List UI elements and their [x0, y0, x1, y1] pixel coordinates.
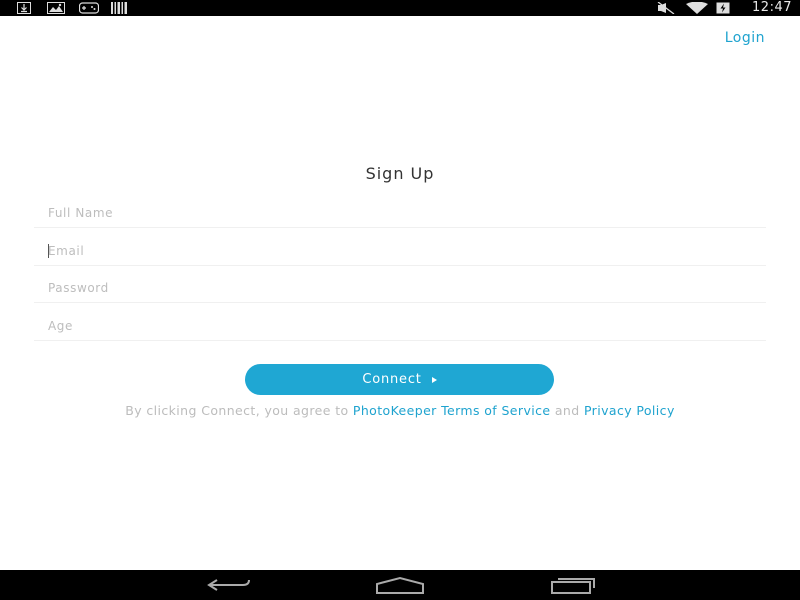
image-icon	[47, 2, 65, 14]
terms-prefix: By clicking Connect, you agree to	[125, 403, 353, 418]
page-title: Sign Up	[365, 164, 435, 183]
text-caret	[48, 244, 49, 258]
full-name-field-row	[34, 198, 766, 228]
battery-icon	[716, 2, 730, 14]
status-bar: 12:47	[0, 0, 800, 16]
gamepad-icon	[79, 2, 99, 14]
status-time: 12:47	[752, 0, 792, 15]
password-field-row	[34, 273, 766, 303]
privacy-policy-link[interactable]: Privacy Policy	[584, 403, 675, 418]
terms-text: By clicking Connect, you agree to PhotoK…	[0, 403, 800, 418]
wifi-icon	[686, 2, 708, 14]
age-input[interactable]	[34, 311, 766, 340]
play-arrow-icon	[431, 376, 437, 383]
email-field-row	[34, 236, 766, 266]
home-icon	[376, 576, 424, 594]
recents-button[interactable]	[542, 573, 602, 597]
terms-of-service-link[interactable]: PhotoKeeper Terms of Service	[353, 403, 551, 418]
connect-button[interactable]: Connect	[245, 364, 554, 395]
back-button[interactable]	[199, 573, 259, 597]
back-icon	[207, 579, 250, 591]
login-link[interactable]: Login	[725, 30, 765, 46]
age-field-row	[34, 311, 766, 341]
download-icon	[17, 2, 31, 14]
connect-button-label: Connect	[362, 372, 422, 387]
recents-icon	[551, 578, 595, 594]
barcode-icon	[111, 2, 127, 14]
full-name-input[interactable]	[34, 198, 766, 227]
navigation-bar	[0, 570, 800, 600]
mute-icon	[657, 2, 675, 14]
email-input[interactable]	[34, 236, 766, 265]
password-input[interactable]	[34, 273, 766, 302]
terms-middle: and	[550, 403, 584, 418]
home-button[interactable]	[370, 573, 430, 597]
